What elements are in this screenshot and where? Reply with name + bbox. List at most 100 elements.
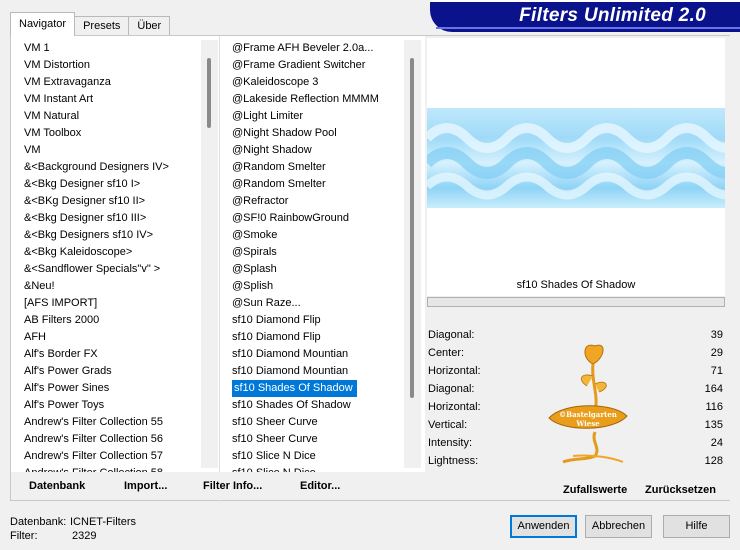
divider xyxy=(219,36,220,502)
parameter-value[interactable]: 29 xyxy=(711,344,723,362)
category-list-item[interactable]: Alf's Power Sines xyxy=(21,380,209,397)
category-scrollbar[interactable] xyxy=(201,40,218,468)
filter-list-item[interactable]: @SF!0 RainbowGround xyxy=(229,210,419,227)
category-list-item[interactable]: Alf's Power Toys xyxy=(21,397,209,414)
category-list-item[interactable]: &<Bkg Kaleidoscope> xyxy=(21,244,209,261)
filter-list-item[interactable]: @Kaleidoscope 3 xyxy=(229,74,419,91)
filter-list-item[interactable]: @Splish xyxy=(229,278,419,295)
filter-list-item[interactable]: @Spirals xyxy=(229,244,419,261)
category-list-item[interactable]: &<Bkg Designer sf10 III> xyxy=(21,210,209,227)
filter-list-item[interactable]: sf10 Sheer Curve xyxy=(229,431,419,448)
category-list-item-label: &<Bkg Kaleidoscope> xyxy=(24,246,133,258)
filter-list-item[interactable]: @Night Shadow Pool xyxy=(229,125,419,142)
category-list-item[interactable]: &<Background Designers IV> xyxy=(21,159,209,176)
filter-list-item-label: @Random Smelter xyxy=(232,178,326,190)
parameter-row[interactable]: Intensity: 24 xyxy=(427,434,725,452)
parameter-row[interactable]: Diagonal: 164 xyxy=(427,380,725,398)
category-list-item[interactable]: Andrew's Filter Collection 58 xyxy=(21,465,209,472)
filter-info-button[interactable]: Filter Info... xyxy=(203,480,262,492)
parameter-label: Horizontal: xyxy=(428,401,481,413)
filter-list-item[interactable]: @Random Smelter xyxy=(229,176,419,193)
category-list-item-label: &Neu! xyxy=(24,280,55,292)
parameter-value[interactable]: 71 xyxy=(711,362,723,380)
category-list-item[interactable]: AFH xyxy=(21,329,209,346)
filter-list-item[interactable]: sf10 Shades Of Shadow xyxy=(229,397,419,414)
editor-button[interactable]: Editor... xyxy=(300,480,340,492)
filter-list-item[interactable]: sf10 Slice N Dice xyxy=(229,448,419,465)
filter-list-item[interactable]: @Splash xyxy=(229,261,419,278)
parameter-row[interactable]: Vertical: 135 xyxy=(427,416,725,434)
parameter-row[interactable]: Horizontal: 116 xyxy=(427,398,725,416)
category-scroll-thumb[interactable] xyxy=(207,58,211,128)
category-list-item[interactable]: Andrew's Filter Collection 57 xyxy=(21,448,209,465)
filter-list-item[interactable]: sf10 Diamond Flip xyxy=(229,312,419,329)
parameter-value[interactable]: 128 xyxy=(705,452,723,470)
category-list-item[interactable]: &Neu! xyxy=(21,278,209,295)
tab-navigator[interactable]: Navigator xyxy=(10,12,76,36)
category-list-item[interactable]: VM Distortion xyxy=(21,57,209,74)
parameter-row[interactable]: Diagonal: 39 xyxy=(427,326,725,344)
filter-list-item[interactable]: sf10 Slice N Dice xyxy=(229,465,419,472)
filter-list-item-label: @Light Limiter xyxy=(232,110,304,122)
filter-list-item[interactable]: sf10 Shades Of Shadow xyxy=(229,380,419,397)
filter-list-item[interactable]: @Frame AFH Beveler 2.0a... xyxy=(229,40,419,57)
apply-button[interactable]: Anwenden xyxy=(510,515,577,538)
filter-list-item[interactable]: @Lakeside Reflection MMMM xyxy=(229,91,419,108)
parameter-label: Lightness: xyxy=(428,455,479,467)
parameter-value[interactable]: 135 xyxy=(705,416,723,434)
category-list-item[interactable]: VM Toolbox xyxy=(21,125,209,142)
datenbank-button[interactable]: Datenbank xyxy=(29,480,85,492)
category-list-item[interactable]: VM 1 xyxy=(21,40,209,57)
category-list-item[interactable]: VM Extravaganza xyxy=(21,74,209,91)
filter-list-item[interactable]: @Random Smelter xyxy=(229,159,419,176)
parameter-row[interactable]: Center: 29 xyxy=(427,344,725,362)
filter-list-item[interactable]: @Smoke xyxy=(229,227,419,244)
filter-scroll-thumb[interactable] xyxy=(410,58,414,398)
filter-list-item-label: sf10 Sheer Curve xyxy=(232,433,318,445)
category-list-item-label: AB Filters 2000 xyxy=(24,314,100,326)
category-list-item[interactable]: VM xyxy=(21,142,209,159)
zuruecksetzen-button[interactable]: Zurücksetzen xyxy=(645,484,716,496)
cancel-button[interactable]: Abbrechen xyxy=(585,515,652,538)
tab-presets[interactable]: Presets xyxy=(74,16,130,36)
category-list-item[interactable]: &<Sandflower Specials"v" > xyxy=(21,261,209,278)
filter-list-item[interactable]: sf10 Diamond Mountian xyxy=(229,346,419,363)
filter-list-item[interactable]: @Refractor xyxy=(229,193,419,210)
filter-list-item[interactable]: @Light Limiter xyxy=(229,108,419,125)
parameter-row[interactable]: Horizontal: 71 xyxy=(427,362,725,380)
filter-list-item[interactable]: @Frame Gradient Switcher xyxy=(229,57,419,74)
parameter-value[interactable]: 164 xyxy=(705,380,723,398)
help-button[interactable]: Hilfe xyxy=(663,515,730,538)
filter-list[interactable]: @Frame AFH Beveler 2.0a... @Frame Gradien… xyxy=(229,40,419,472)
category-list-item[interactable]: [AFS IMPORT] xyxy=(21,295,209,312)
category-list-item[interactable]: Andrew's Filter Collection 55 xyxy=(21,414,209,431)
category-list-item[interactable]: &<BKg Designer sf10 II> xyxy=(21,193,209,210)
filter-list-item[interactable]: @Sun Raze... xyxy=(229,295,419,312)
category-list-item-label: VM Natural xyxy=(24,110,80,122)
filter-list-item-label: @SF!0 RainbowGround xyxy=(232,212,349,224)
filter-list-item[interactable]: sf10 Diamond Mountian xyxy=(229,363,419,380)
preview-image xyxy=(427,108,725,208)
zufallswerte-button[interactable]: Zufallswerte xyxy=(563,484,627,496)
category-list[interactable]: VM 1 VM Distortion VM Extravaganza VM Insta… xyxy=(21,40,209,472)
category-list-item[interactable]: Alf's Power Grads xyxy=(21,363,209,380)
category-list-item[interactable]: VM Natural xyxy=(21,108,209,125)
filter-scrollbar[interactable] xyxy=(404,40,421,468)
app-title: Filters Unlimited 2.0 xyxy=(519,5,706,26)
category-list-item[interactable]: &<Bkg Designers sf10 IV> xyxy=(21,227,209,244)
parameter-value[interactable]: 39 xyxy=(711,326,723,344)
import-button[interactable]: Import... xyxy=(124,480,167,492)
main-panel: VM 1 VM Distortion VM Extravaganza VM Insta… xyxy=(10,35,730,502)
category-list-item[interactable]: Alf's Border FX xyxy=(21,346,209,363)
tab-ueber[interactable]: Über xyxy=(128,16,171,36)
category-list-item[interactable]: VM Instant Art xyxy=(21,91,209,108)
parameter-value[interactable]: 116 xyxy=(705,398,723,416)
parameter-row[interactable]: Lightness: 128 xyxy=(427,452,725,470)
category-list-item[interactable]: Andrew's Filter Collection 56 xyxy=(21,431,209,448)
category-list-item[interactable]: &<Bkg Designer sf10 I> xyxy=(21,176,209,193)
filter-list-item[interactable]: sf10 Sheer Curve xyxy=(229,414,419,431)
category-list-item[interactable]: AB Filters 2000 xyxy=(21,312,209,329)
filter-list-item[interactable]: sf10 Diamond Flip xyxy=(229,329,419,346)
parameter-value[interactable]: 24 xyxy=(711,434,723,452)
filter-list-item[interactable]: @Night Shadow xyxy=(229,142,419,159)
